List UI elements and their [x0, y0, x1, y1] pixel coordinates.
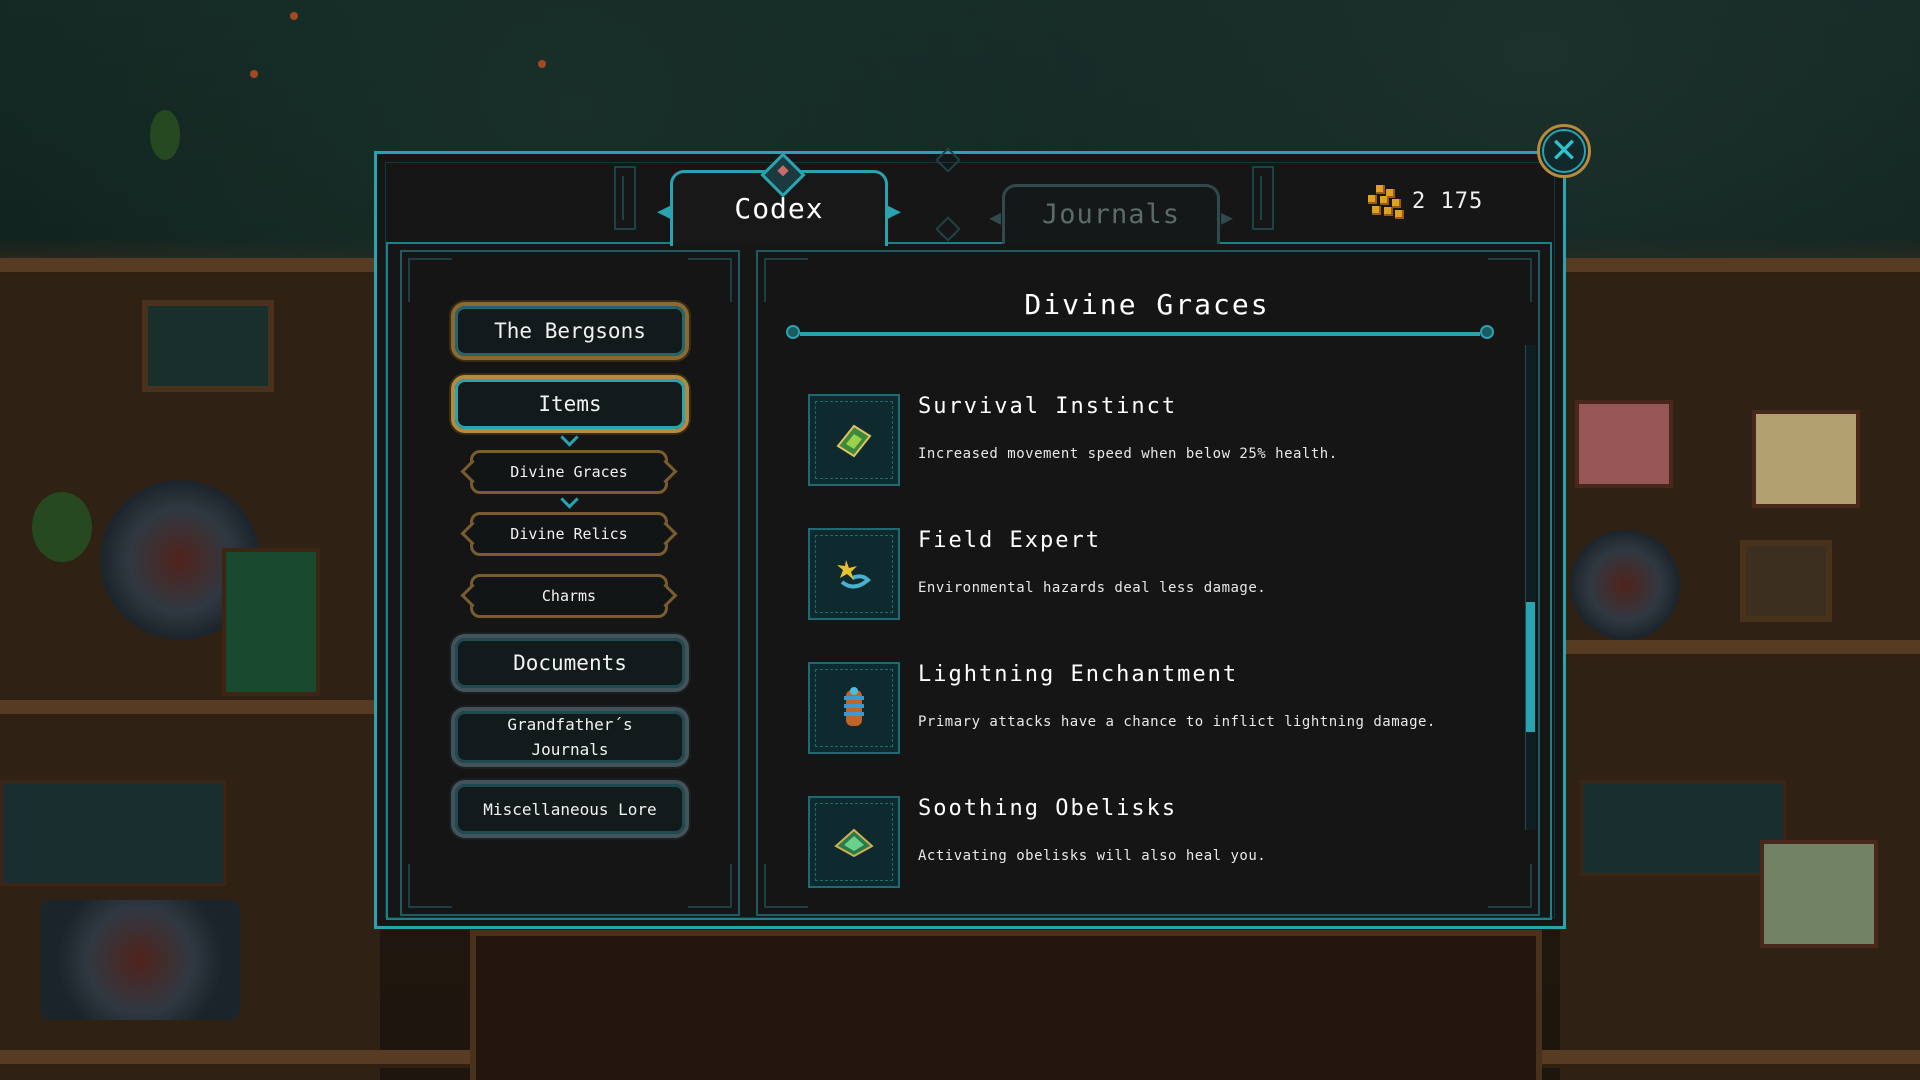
- nav-item-the-bergsons[interactable]: The Bergsons: [451, 302, 689, 360]
- nav-item-label: Items: [538, 392, 602, 416]
- nav-item-label: Divine Relics: [510, 525, 628, 543]
- nav-item-label: The Bergsons: [494, 319, 646, 343]
- entry-description: Activating obelisks will also heal you.: [918, 848, 1267, 864]
- tab-journals[interactable]: ◀ Journals ▶: [989, 184, 1233, 244]
- nav-item-label: Miscellaneous Lore: [483, 799, 657, 819]
- corner-ornament: [408, 864, 452, 908]
- nav-item-label: Charms: [541, 587, 597, 605]
- spark-hazard-icon: [837, 560, 871, 589]
- obelisk-icon: [834, 828, 874, 858]
- nav-item-label: Grandfather´s: [507, 715, 633, 734]
- codex-entry[interactable]: Soothing Obelisks Activating obelisks wi…: [808, 796, 1508, 906]
- entry-icon-frame: [808, 394, 900, 486]
- lightning-coil-icon: [844, 687, 864, 726]
- corner-ornament: [408, 258, 452, 302]
- scrollbar-thumb[interactable]: [1526, 602, 1535, 732]
- nav-item-label: Divine Graces: [510, 463, 628, 481]
- nav-item-documents[interactable]: Documents: [451, 634, 689, 692]
- entry-icon-frame: [808, 796, 900, 888]
- gold-nugget-icon: [1366, 183, 1406, 219]
- tab-journals-label: Journals: [1041, 199, 1181, 230]
- codex-entry[interactable]: Field Expert Environmental hazards deal …: [808, 528, 1508, 638]
- nav-item-items[interactable]: Items: [451, 375, 689, 433]
- tab-arrow-right-icon: ▶: [887, 199, 901, 224]
- codex-entry[interactable]: Lightning Enchantment Primary attacks ha…: [808, 662, 1508, 772]
- winged-boot-icon: [836, 424, 872, 458]
- tab-arrow-right-icon: ▶: [1220, 205, 1233, 229]
- tab-codex[interactable]: ◀ Codex ▶: [657, 152, 901, 246]
- tab-codex-label: Codex: [734, 192, 824, 225]
- entry-icon-frame: [808, 528, 900, 620]
- nav-item-charms[interactable]: Charms: [470, 574, 668, 618]
- currency-amount: 2 175: [1412, 188, 1484, 214]
- tab-arrow-left-icon: ◀: [989, 205, 1002, 229]
- nav-item-divine-relics[interactable]: Divine Relics: [470, 512, 668, 556]
- entry-description: Primary attacks have a chance to inflict…: [918, 714, 1436, 730]
- entry-name: Field Expert: [918, 528, 1101, 553]
- entry-icon-frame: [808, 662, 900, 754]
- ornament-pillar: [614, 166, 636, 230]
- nav-item-label: Journals: [531, 740, 609, 759]
- entry-name: Survival Instinct: [918, 394, 1178, 419]
- detail-scrollbar[interactable]: [1525, 345, 1536, 830]
- nav-item-miscellaneous-lore[interactable]: Miscellaneous Lore: [451, 780, 689, 838]
- entry-description: Increased movement speed when below 25% …: [918, 446, 1338, 462]
- close-ring: [1542, 129, 1586, 173]
- codex-entry[interactable]: Survival Instinct Increased movement spe…: [808, 394, 1508, 504]
- nav-item-divine-graces[interactable]: Divine Graces: [470, 450, 668, 494]
- corner-ornament: [688, 258, 732, 302]
- section-title: Divine Graces: [1024, 288, 1270, 321]
- entry-name: Lightning Enchantment: [918, 662, 1239, 687]
- title-divider: [786, 325, 1494, 339]
- ornament-pillar: [1252, 166, 1274, 230]
- corner-ornament: [688, 864, 732, 908]
- entry-description: Environmental hazards deal less damage.: [918, 580, 1267, 596]
- nav-item-grandfathers-journals[interactable]: Grandfather´s Journals: [451, 707, 689, 767]
- entry-name: Soothing Obelisks: [918, 796, 1178, 821]
- tab-arrow-left-icon: ◀: [657, 199, 671, 224]
- codex-detail-pane: Divine Graces Survival Instinct Increase…: [756, 250, 1540, 916]
- corner-ornament: [764, 864, 808, 908]
- nav-item-label: Documents: [513, 651, 627, 675]
- currency-display: 2 175: [1366, 181, 1483, 221]
- close-button[interactable]: ✕: [1537, 124, 1591, 178]
